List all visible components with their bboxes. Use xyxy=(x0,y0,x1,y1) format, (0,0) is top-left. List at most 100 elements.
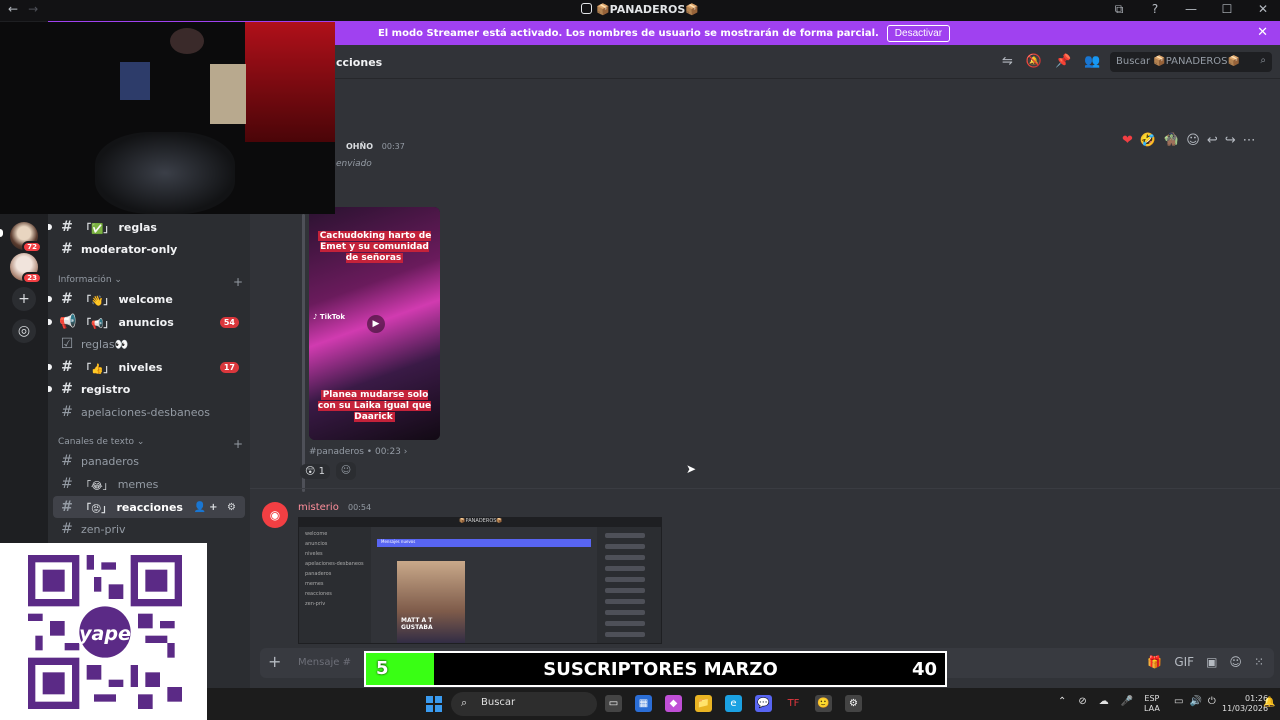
channel-settings-icons[interactable]: 👤+ ⚙ xyxy=(194,502,239,513)
add-channel-icon[interactable]: + xyxy=(233,437,243,451)
inbox-icon[interactable]: ⧉ xyxy=(1112,2,1126,17)
reply-icon[interactable]: ↩ xyxy=(1207,133,1218,148)
search-input[interactable]: Buscar 📦PANADEROS📦 ⌕ xyxy=(1110,52,1272,72)
file-explorer-icon[interactable]: 📁 xyxy=(695,695,712,712)
explore-icon[interactable]: ◎ xyxy=(12,319,36,343)
microphone-icon[interactable]: 🎤 xyxy=(1121,696,1133,707)
mute-icon[interactable]: 🔕 xyxy=(1026,54,1042,69)
channel-registro[interactable]: # registro xyxy=(48,378,245,400)
channel-reglas-rules[interactable]: ☑ reglas👀 xyxy=(53,333,245,355)
avatar[interactable]: ◉ xyxy=(262,502,288,528)
add-server-button[interactable]: + xyxy=(12,287,36,311)
channel-name: registro xyxy=(81,382,131,396)
window-title: 📦PANADEROS📦 xyxy=(0,3,1280,16)
image-attachment[interactable]: 📦PANADEROS📦 welcome anuncios niveles ape… xyxy=(298,517,662,644)
channel-memes[interactable]: # 「😂」 memes xyxy=(53,473,245,495)
forward-icon[interactable]: ↪ xyxy=(1225,133,1236,148)
channel-name: memes xyxy=(117,477,159,491)
screenshot-channel: memes xyxy=(305,581,324,587)
onedrive-icon[interactable]: ☁ xyxy=(1099,696,1109,707)
pin-icon[interactable]: 📌 xyxy=(1055,54,1071,69)
gift-icon[interactable]: 🎁 xyxy=(1147,655,1162,669)
author-name[interactable]: OHÑO xyxy=(346,142,373,151)
task-view-icon[interactable]: ▭ xyxy=(605,695,622,712)
close-button[interactable]: ✕ xyxy=(1256,2,1270,17)
nav-buttons: ← → xyxy=(8,2,38,16)
system-icons[interactable]: ▭ 🔊 ⏻ xyxy=(1174,696,1216,707)
message-input[interactable]: Mensaje # xyxy=(298,657,351,668)
clock[interactable]: 01:26 11/03/2026 xyxy=(1222,694,1268,714)
hash-icon: # xyxy=(61,359,73,375)
members-icon[interactable]: 👥 xyxy=(1084,54,1100,69)
category-canales-de-texto[interactable]: Canales de texto ⌄ + xyxy=(58,437,243,451)
subs-current: 5 xyxy=(366,653,434,685)
threads-icon[interactable]: ⇋ xyxy=(1002,54,1013,69)
gif-icon[interactable]: GIF xyxy=(1174,655,1194,669)
unread-indicator xyxy=(48,364,52,370)
yape-qr-code: yape xyxy=(0,543,207,720)
apps-icon[interactable]: ⁙ xyxy=(1254,655,1264,669)
svg-text:yape: yape xyxy=(79,623,131,645)
video-embed[interactable]: Cachudoking harto de Emet y su comunidad… xyxy=(309,207,440,440)
channel-moderator-only[interactable]: # moderator-only xyxy=(53,238,245,260)
forward-icon[interactable]: → xyxy=(28,2,38,16)
streamer-mode-message: El modo Streamer está activado. Los nomb… xyxy=(377,27,879,39)
add-reaction-button[interactable]: ☺ xyxy=(336,462,356,480)
hash-icon: # xyxy=(61,381,73,397)
help-icon[interactable]: ? xyxy=(1148,2,1162,17)
reaction-troll-icon[interactable]: 🧌 xyxy=(1163,133,1179,148)
channel-zen-priv[interactable]: # zen-priv xyxy=(53,518,245,540)
reaction-pill[interactable]: 😲 1 xyxy=(300,463,330,479)
forward-source-link[interactable]: #panaderos • 00:23 › xyxy=(309,447,407,457)
attach-plus-icon[interactable]: + xyxy=(268,652,281,671)
maximize-button[interactable]: ☐ xyxy=(1220,2,1234,17)
add-channel-icon[interactable]: + xyxy=(233,275,243,289)
channel-niveles[interactable]: # 「👍」 niveles 17 xyxy=(48,356,245,378)
server-icon-panaderos[interactable]: 72 xyxy=(10,222,42,253)
minimize-button[interactable]: — xyxy=(1184,2,1198,17)
subs-label: SUSCRIPTORES MARZO xyxy=(543,659,778,680)
settings-app-icon[interactable]: ⚙ xyxy=(845,695,862,712)
more-options-icon[interactable]: ⋯ xyxy=(1243,133,1256,148)
channel-emoji: 「😡」 xyxy=(81,503,112,515)
emoji-icon[interactable]: ☺ xyxy=(1229,655,1242,669)
store-icon[interactable]: ▦ xyxy=(635,695,652,712)
server-icon-2[interactable]: 23 xyxy=(10,253,42,284)
unread-indicator xyxy=(48,386,52,392)
tray-expand-icon[interactable]: ⌃ xyxy=(1058,696,1066,707)
webcam-overlay xyxy=(0,22,335,214)
deactivate-button[interactable]: Desactivar xyxy=(886,24,951,42)
mouse-cursor-icon: ➤ xyxy=(686,462,697,476)
copilot-icon[interactable]: ◆ xyxy=(665,695,682,712)
close-banner-icon[interactable]: ✕ xyxy=(1257,25,1268,40)
discord-icon[interactable]: 💬 xyxy=(755,695,772,712)
back-icon[interactable]: ← xyxy=(8,2,18,16)
channel-apelaciones-desbaneos[interactable]: # apelaciones-desbaneos xyxy=(53,401,245,423)
notification-bell-icon[interactable]: 🔔 xyxy=(1263,697,1275,708)
reaction-laugh-icon[interactable]: 🤣 xyxy=(1140,133,1156,148)
mention-badge: 23 xyxy=(22,272,42,284)
tray-app-icon[interactable]: ⊘ xyxy=(1078,696,1086,707)
tf-app-icon[interactable]: TF xyxy=(785,695,802,712)
channel-reacciones[interactable]: # 「😡」 reacciones 👤+ ⚙ xyxy=(53,496,245,518)
reaction-heart-icon[interactable]: ❤ xyxy=(1122,133,1133,148)
channel-anuncios[interactable]: 📢 「📢」 anuncios 54 xyxy=(48,311,245,333)
category-informacion[interactable]: Información ⌄ + xyxy=(58,275,243,289)
author-name[interactable]: misterio xyxy=(298,502,339,513)
windows-start-icon[interactable] xyxy=(426,696,442,712)
edge-icon[interactable]: e xyxy=(725,695,742,712)
sticker-icon[interactable]: ▣ xyxy=(1206,655,1217,669)
windows-taskbar: ⌕ Buscar ▭ ▦ ◆ 📁 e 💬 TF 🙂 ⚙ ⌃ ⊘ ☁ 🎤 ESP … xyxy=(207,688,1280,720)
language-indicator[interactable]: ESP LAA xyxy=(1144,694,1160,714)
message-header: misterio 00:54 xyxy=(298,502,371,513)
taskbar-search[interactable]: ⌕ Buscar xyxy=(451,692,597,716)
app-icon[interactable]: 🙂 xyxy=(815,695,832,712)
channel-panaderos[interactable]: # panaderos xyxy=(53,450,245,472)
add-reaction-icon[interactable]: ☺ xyxy=(1186,133,1200,148)
channel-reglas[interactable]: # 「✅」 reglas xyxy=(48,216,245,238)
screenshot-member-list xyxy=(597,527,661,643)
play-icon[interactable]: ▶ xyxy=(367,315,385,333)
channel-welcome[interactable]: # 「👋」 welcome xyxy=(48,288,245,310)
channel-name: zen-priv xyxy=(81,522,126,536)
window-controls: ⧉ ? — ☐ ✕ xyxy=(1112,2,1270,17)
